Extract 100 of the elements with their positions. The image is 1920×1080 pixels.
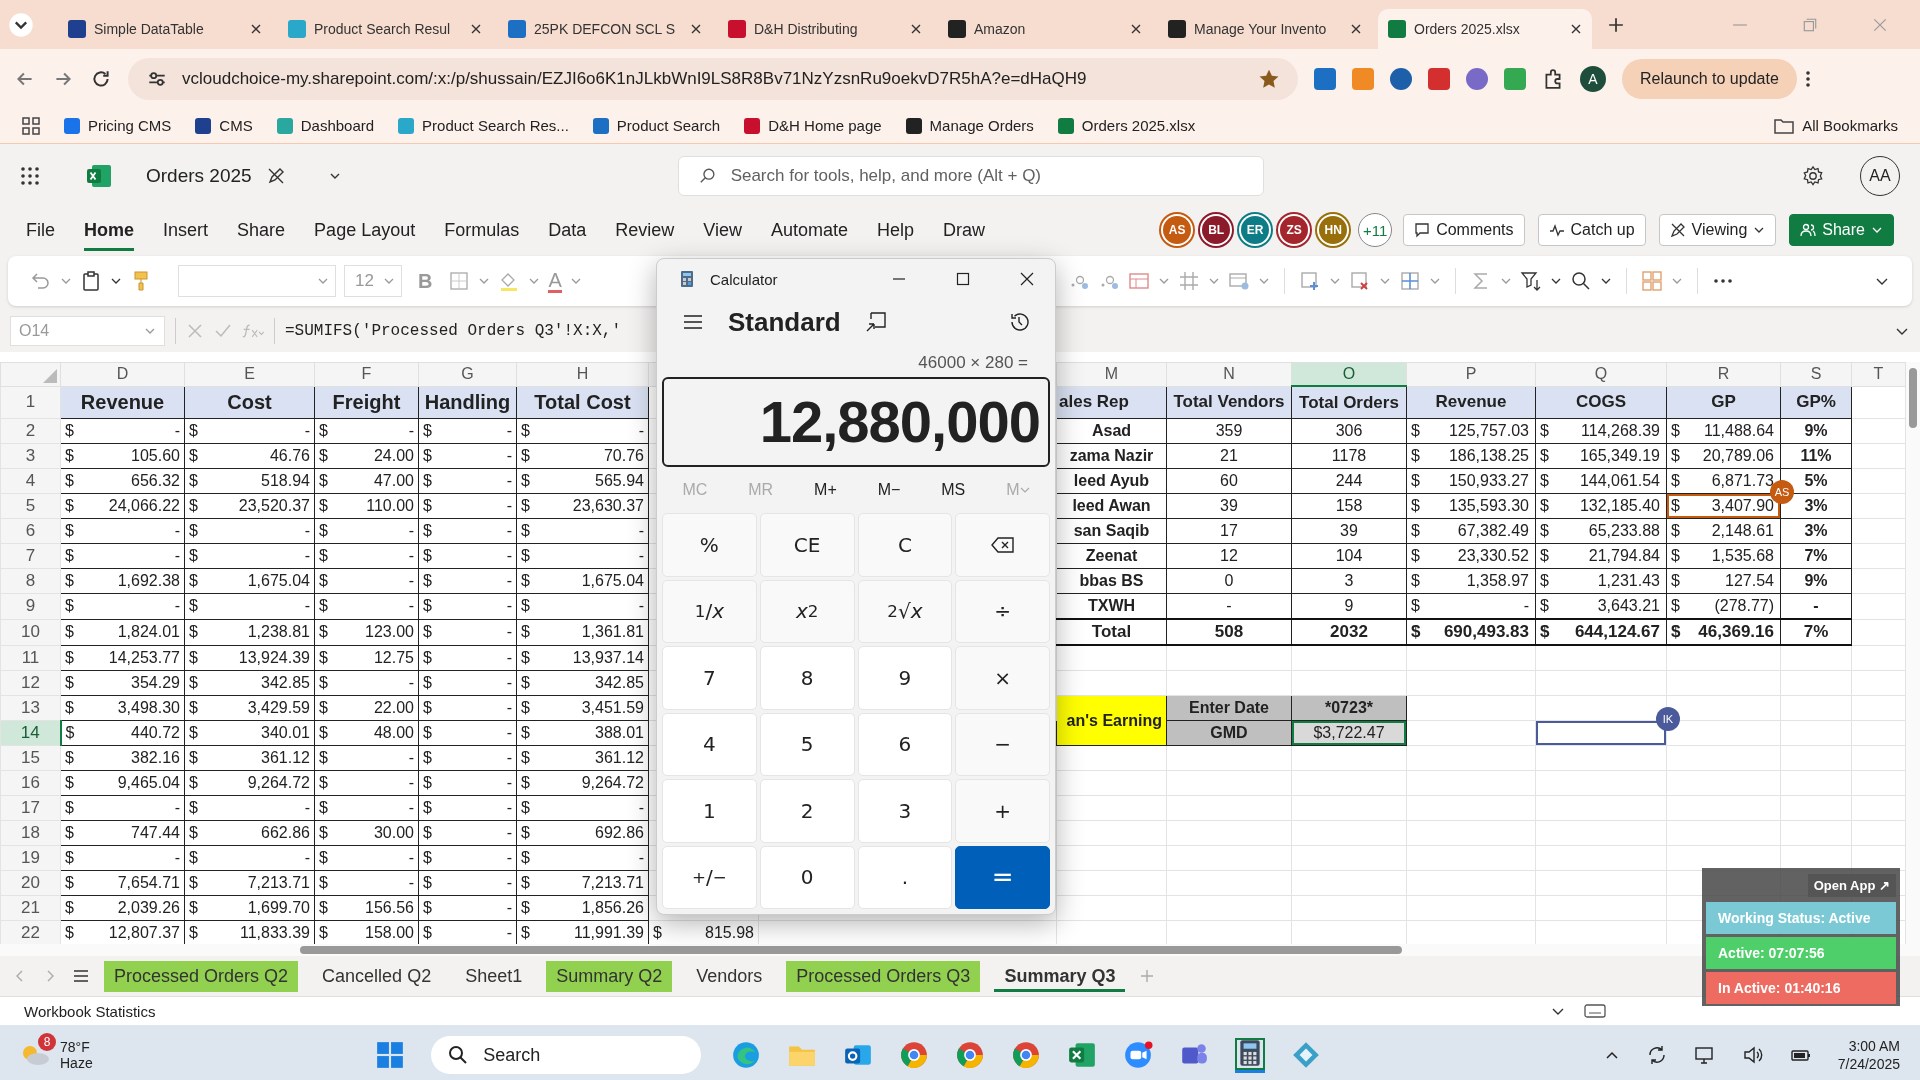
column-header[interactable]: S	[1780, 362, 1852, 386]
column-header[interactable]: Q	[1535, 362, 1667, 386]
format-cells-icon[interactable]	[1398, 270, 1421, 292]
collaborator-avatar[interactable]: HN	[1319, 216, 1348, 244]
calculator-key[interactable]: ÷	[955, 579, 1050, 643]
memory-button[interactable]: MS	[941, 481, 966, 499]
calculator-key[interactable]: C	[857, 513, 953, 577]
calculator-key[interactable]: 9	[857, 646, 953, 710]
sort-filter-icon[interactable]	[1519, 270, 1542, 292]
row-header[interactable]: 18	[0, 820, 61, 846]
calculator-key[interactable]: 0	[759, 845, 855, 909]
bookmark[interactable]: Pricing CMS	[64, 117, 172, 134]
calculator-key[interactable]: 8	[759, 646, 855, 710]
row-header[interactable]: 5	[0, 493, 61, 519]
collaborator-avatar[interactable]: ER	[1241, 216, 1270, 244]
insert-cells-icon[interactable]	[1298, 270, 1321, 292]
menu-tab[interactable]: Formulas	[444, 209, 520, 251]
row-header[interactable]: 19	[0, 845, 61, 871]
open-app-link[interactable]: Open App ↗	[1807, 874, 1896, 897]
share-button[interactable]: Share	[1789, 214, 1894, 246]
row-header[interactable]: 3	[0, 443, 61, 469]
formula-field[interactable]: =SUMIFS('Processed Orders Q3'!X:X,'	[285, 322, 622, 340]
collaborator-avatar[interactable]: BL	[1202, 216, 1231, 244]
profile-avatar[interactable]: A	[1580, 65, 1606, 92]
app-launcher-icon[interactable]	[20, 166, 40, 186]
menu-tab[interactable]: Insert	[163, 209, 209, 251]
menu-tab[interactable]: Share	[237, 209, 286, 251]
calculator-key[interactable]: %	[662, 513, 757, 577]
browser-tab[interactable]: Amazon	[938, 8, 1152, 49]
close-icon[interactable]	[1350, 22, 1362, 35]
calculator-key[interactable]: 1	[662, 779, 757, 843]
row-header[interactable]: 15	[0, 745, 61, 771]
clock[interactable]: 3:00 AM 7/24/2025	[1837, 1038, 1900, 1072]
column-header[interactable]: E	[184, 362, 315, 386]
row-header[interactable]: 7	[0, 543, 61, 569]
keep-on-top-icon[interactable]	[864, 311, 887, 333]
temperature[interactable]: 78°F	[60, 1039, 93, 1055]
spreadsheet-icon[interactable]	[1067, 1040, 1098, 1070]
bookmark[interactable]: Product Search	[592, 117, 721, 134]
calculator-key[interactable]: +	[955, 779, 1050, 843]
restore-icon[interactable]	[1802, 16, 1818, 33]
search-field[interactable]: Search	[431, 1036, 702, 1074]
row-header[interactable]: 11	[0, 645, 61, 671]
browser-icon[interactable]	[1011, 1040, 1042, 1070]
all-bookmarks-button[interactable]: All Bookmarks	[1774, 117, 1898, 134]
column-header[interactable]: O	[1291, 362, 1407, 386]
clipboard-icon[interactable]	[80, 270, 102, 292]
file-name[interactable]: Orders 2025	[146, 165, 252, 187]
collaborator-avatar[interactable]: ZS	[1280, 216, 1309, 244]
check-icon[interactable]	[214, 322, 232, 340]
menu-tab[interactable]: Data	[548, 209, 587, 251]
bookmark[interactable]: Product Search Res...	[398, 117, 569, 134]
extension-icon[interactable]	[1466, 67, 1488, 90]
row-header[interactable]: 8	[0, 568, 61, 594]
row-header[interactable]: 17	[0, 795, 61, 821]
column-header[interactable]: F	[314, 362, 419, 386]
apps-icon[interactable]	[22, 116, 40, 135]
bookmark[interactable]: D&H Home page	[744, 117, 882, 134]
calculator-key[interactable]: 6	[857, 712, 953, 776]
search-field[interactable]: Search for tools, help, and more (Alt + Q)	[677, 156, 1264, 196]
browser-tab[interactable]: D&H Distributing	[718, 8, 932, 49]
sheet-tab[interactable]: Sheet1	[455, 960, 533, 992]
row-header[interactable]: 10	[0, 619, 61, 645]
calculator-key[interactable]: .	[857, 845, 953, 909]
column-header[interactable]: N	[1166, 362, 1292, 386]
menu-tab[interactable]: Review	[615, 209, 675, 251]
column-header[interactable]: M	[1056, 362, 1167, 386]
bookmark[interactable]: Dashboard	[276, 117, 375, 134]
row-header[interactable]: 9	[0, 593, 61, 619]
extension-icon[interactable]	[1428, 67, 1450, 90]
browser-tab[interactable]: Product Search Resul	[278, 8, 492, 49]
font-field[interactable]	[178, 265, 336, 297]
scrollbar[interactable]	[300, 946, 1402, 954]
browser-icon[interactable]	[731, 1040, 762, 1070]
extension-icon[interactable]	[1504, 67, 1526, 90]
close-icon[interactable]	[470, 22, 482, 35]
close-icon[interactable]	[690, 22, 702, 35]
sheet-tab[interactable]: Summary Q2	[546, 960, 673, 992]
calculator-key[interactable]: 5	[759, 712, 855, 776]
memory-button[interactable]: M+	[814, 481, 837, 499]
volume-icon[interactable]	[1741, 1044, 1764, 1066]
video-icon[interactable]	[1123, 1040, 1154, 1070]
row-header[interactable]: 6	[0, 518, 61, 544]
sheet-tab[interactable]: Processed Orders Q3	[786, 960, 981, 992]
sheet-tab[interactable]: Summary Q3	[994, 960, 1126, 992]
browser-tab[interactable]: 25PK DEFCON SCL S	[498, 8, 712, 49]
menu-icon[interactable]	[72, 967, 90, 985]
collaborator-avatar[interactable]: AS	[1163, 216, 1192, 244]
column-header[interactable]: G	[418, 362, 517, 386]
selected-cell[interactable]	[1536, 721, 1666, 745]
calculator-key[interactable]: 3	[857, 779, 953, 843]
calculator-key[interactable]: −	[955, 712, 1050, 776]
calculator-key[interactable]: 7	[662, 646, 757, 710]
bookmark[interactable]: Manage Orders	[905, 117, 1034, 134]
menu-tab[interactable]: View	[703, 209, 742, 251]
row-header[interactable]: 12	[0, 670, 61, 696]
start-icon[interactable]	[375, 1040, 406, 1070]
chart-icon[interactable]	[1314, 67, 1336, 90]
column-header[interactable]: D	[60, 362, 185, 386]
calculator-key[interactable]: CE	[759, 513, 855, 577]
